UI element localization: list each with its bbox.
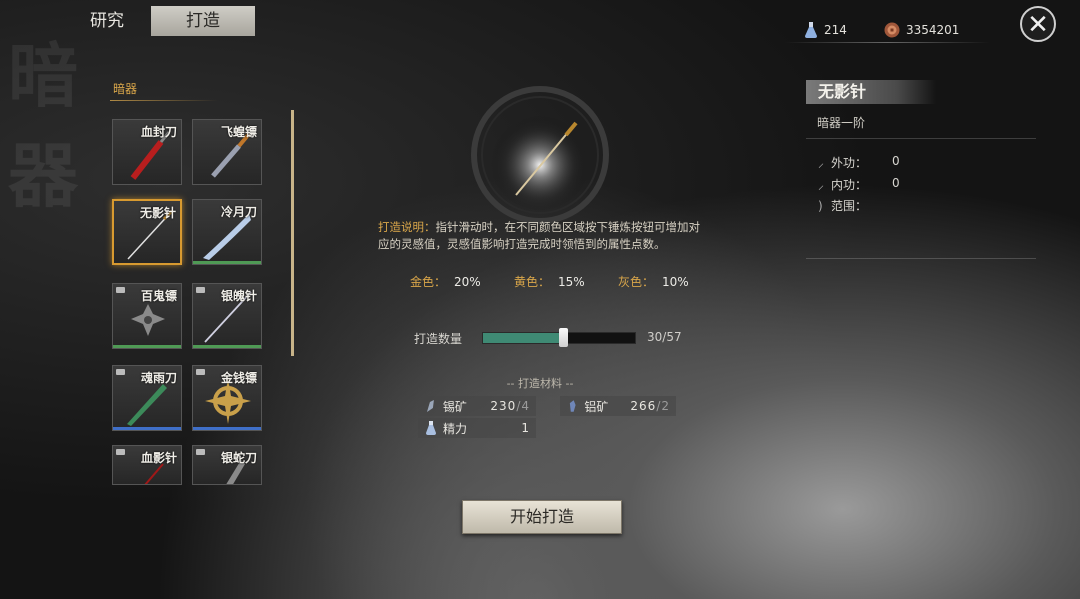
ratio-yellow: 黄色： 15% <box>514 275 585 289</box>
quantity-label: 打造数量 <box>414 332 463 346</box>
lock-icon <box>196 449 205 455</box>
category-divider <box>110 100 218 101</box>
material-tin-ore: 锡矿 230/4 <box>418 396 536 416</box>
item-name: 无影针 <box>806 80 936 104</box>
lock-icon <box>196 287 205 293</box>
weapon-slot[interactable]: 百鬼镖 <box>112 283 182 349</box>
ratio-gold: 金色： 20% <box>410 275 481 289</box>
weapon-slot[interactable]: 冷月刀 <box>192 199 262 265</box>
lock-icon <box>116 369 125 375</box>
weapon-name: 银魄针 <box>220 289 257 303</box>
weapon-name: 冷月刀 <box>220 205 257 219</box>
quantity-slider-handle[interactable] <box>559 328 568 347</box>
weapon-slot[interactable]: 无影针 <box>112 199 182 265</box>
stats-divider <box>806 258 1036 259</box>
tab-forge[interactable]: 打造 <box>151 6 255 36</box>
description-label: 打造说明： <box>378 220 436 234</box>
lock-icon <box>116 449 125 455</box>
internal-power-icon: ⸝ <box>818 178 825 192</box>
energy-flask-icon <box>426 421 436 435</box>
weapon-slot[interactable]: 飞蝗镖 <box>192 119 262 185</box>
weapon-name: 百鬼镖 <box>140 289 177 303</box>
weapon-name: 血影针 <box>140 451 177 465</box>
background-calligraphy-qi: 器 <box>8 134 78 217</box>
coins-resource: 3354201 <box>884 22 959 38</box>
ratio-gray: 灰色： 10% <box>618 275 689 289</box>
weapon-slot[interactable]: 银蛇刀 <box>192 445 262 485</box>
external-power-icon: ⸝ <box>818 156 825 170</box>
quantity-slider[interactable] <box>482 328 636 347</box>
rarity-bar <box>193 345 261 348</box>
potion-flask-icon <box>805 22 817 38</box>
weapon-name: 魂雨刀 <box>140 371 177 385</box>
weapon-slot[interactable]: 血影针 <box>112 445 182 485</box>
weapon-preview <box>471 86 609 224</box>
close-icon: ✕ <box>1027 10 1049 40</box>
forge-description: 打造说明：指针滑动时，在不同颜色区域按下锤炼按钮可增加对应的灵感值，灵感值影响打… <box>378 219 708 253</box>
weapon-list-scrollbar[interactable] <box>291 110 294 356</box>
range-icon: ) <box>818 199 823 213</box>
stat-range: ) 范围： <box>818 199 868 213</box>
weapon-slot[interactable]: 银魄针 <box>192 283 262 349</box>
resource-divider <box>785 42 990 43</box>
rarity-bar <box>193 261 261 264</box>
quantity-value: 30/57 <box>647 330 682 344</box>
close-button[interactable]: ✕ <box>1020 6 1056 42</box>
weapon-slot[interactable]: 血封刀 <box>112 119 182 185</box>
copper-coin-icon <box>884 22 900 38</box>
tab-research[interactable]: 研究 <box>90 6 138 36</box>
stamina-value: 214 <box>824 23 847 37</box>
rarity-bar <box>113 427 181 430</box>
weapon-slot[interactable]: 金钱镖 <box>192 365 262 431</box>
lock-icon <box>116 287 125 293</box>
materials-title: -- 打造材料 -- <box>506 377 574 390</box>
coins-value: 3354201 <box>906 23 960 37</box>
item-tier: 暗器一阶 <box>817 116 866 130</box>
material-aluminum-ore: 铝矿 266/2 <box>560 396 676 416</box>
quantity-slider-fill <box>483 333 563 343</box>
stamina-resource: 214 <box>804 22 847 38</box>
rarity-bar <box>193 427 261 430</box>
aluminum-ore-icon <box>569 400 576 412</box>
weapon-slot[interactable]: 魂雨刀 <box>112 365 182 431</box>
material-energy: 精力 1 <box>418 418 536 438</box>
category-label: 暗器 <box>113 82 138 96</box>
stat-external-power: ⸝ 外功： 0 <box>818 154 900 170</box>
background-calligraphy-an: 暗 <box>8 34 78 117</box>
weapon-name: 银蛇刀 <box>220 451 257 465</box>
stat-internal-power: ⸝ 内功： 0 <box>818 176 900 192</box>
start-forge-button[interactable]: 开始打造 <box>462 500 622 534</box>
weapon-name: 血封刀 <box>140 125 177 139</box>
weapon-name: 金钱镖 <box>220 371 257 385</box>
weapon-name: 无影针 <box>139 206 176 220</box>
rarity-bar <box>113 345 181 348</box>
lock-icon <box>196 369 205 375</box>
weapon-name: 飞蝗镖 <box>220 125 257 139</box>
tin-ore-icon <box>426 400 434 412</box>
info-divider <box>806 138 1036 139</box>
